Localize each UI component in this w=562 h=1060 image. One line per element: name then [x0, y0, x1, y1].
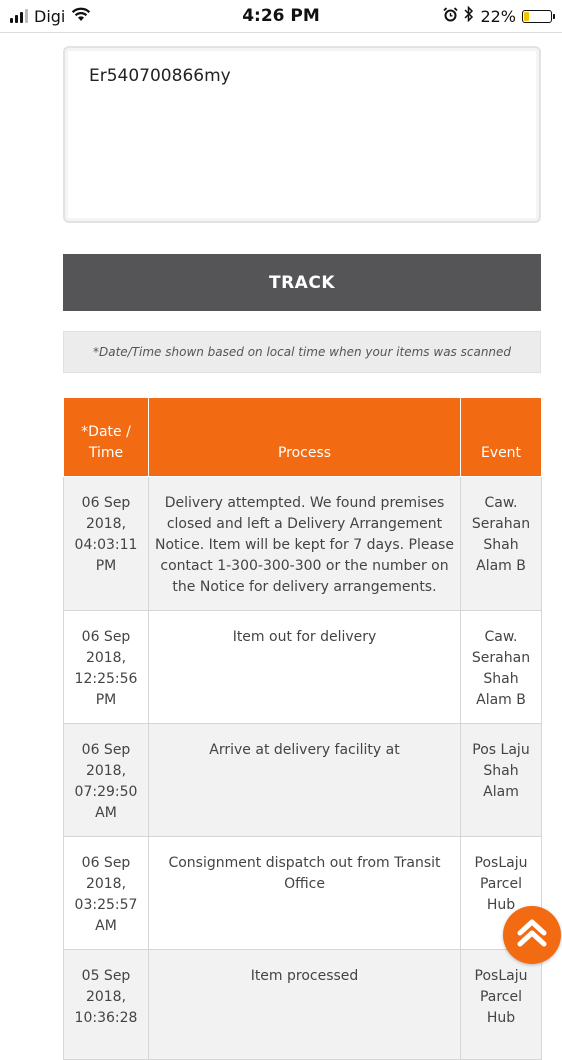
status-right: 22%: [443, 5, 555, 26]
cell-process: Arrive at delivery facility at: [148, 723, 461, 837]
battery-percent: 22%: [480, 6, 516, 26]
cell-datetime: 06 Sep 2018, 12:25:56 PM: [63, 610, 149, 724]
scroll-to-top-button[interactable]: [503, 906, 561, 964]
tracking-number-input[interactable]: Er540700866my: [63, 46, 541, 223]
timezone-note: *Date/Time shown based on local time whe…: [63, 331, 541, 373]
cell-event: Caw. Serahan Shah Alam B: [460, 610, 542, 724]
table-row: 06 Sep 2018, 04:03:11 PM Delivery attemp…: [63, 476, 542, 611]
battery-icon: [522, 9, 555, 23]
chevron-up-icon: [512, 913, 552, 957]
cell-process: Item processed: [148, 949, 461, 1060]
tracking-number-value: Er540700866my: [89, 66, 231, 86]
table-row: 06 Sep 2018, 03:25:57 AM Consignment dis…: [63, 836, 542, 950]
table-row: 05 Sep 2018, 10:36:28 Item processed Pos…: [63, 949, 542, 1060]
cell-event: Caw. Serahan Shah Alam B: [460, 476, 542, 611]
track-button[interactable]: TRACK: [63, 254, 541, 311]
table-header-row: *Date / Time Process Event: [63, 397, 542, 477]
header-process: Process: [148, 397, 461, 477]
header-datetime: *Date / Time: [63, 397, 149, 477]
cell-event: PosLaju Parcel Hub: [460, 949, 542, 1060]
header-event: Event: [460, 397, 542, 477]
cell-datetime: 06 Sep 2018, 04:03:11 PM: [63, 476, 149, 611]
cell-process: Item out for delivery: [148, 610, 461, 724]
table-row: 06 Sep 2018, 07:29:50 AM Arrive at deliv…: [63, 723, 542, 837]
table-row: 06 Sep 2018, 12:25:56 PM Item out for de…: [63, 610, 542, 724]
cell-datetime: 05 Sep 2018, 10:36:28: [63, 949, 149, 1060]
bluetooth-icon: [464, 5, 474, 26]
status-bar: Digi 4:26 PM 22%: [0, 0, 562, 33]
cell-datetime: 06 Sep 2018, 07:29:50 AM: [63, 723, 149, 837]
cell-process: Delivery attempted. We found premises cl…: [148, 476, 461, 611]
cell-process: Consignment dispatch out from Transit Of…: [148, 836, 461, 950]
alarm-clock-icon: [443, 6, 459, 26]
cell-event: Pos Laju Shah Alam: [460, 723, 542, 837]
cell-datetime: 06 Sep 2018, 03:25:57 AM: [63, 836, 149, 950]
tracking-results-table: *Date / Time Process Event 06 Sep 2018, …: [63, 397, 542, 1060]
